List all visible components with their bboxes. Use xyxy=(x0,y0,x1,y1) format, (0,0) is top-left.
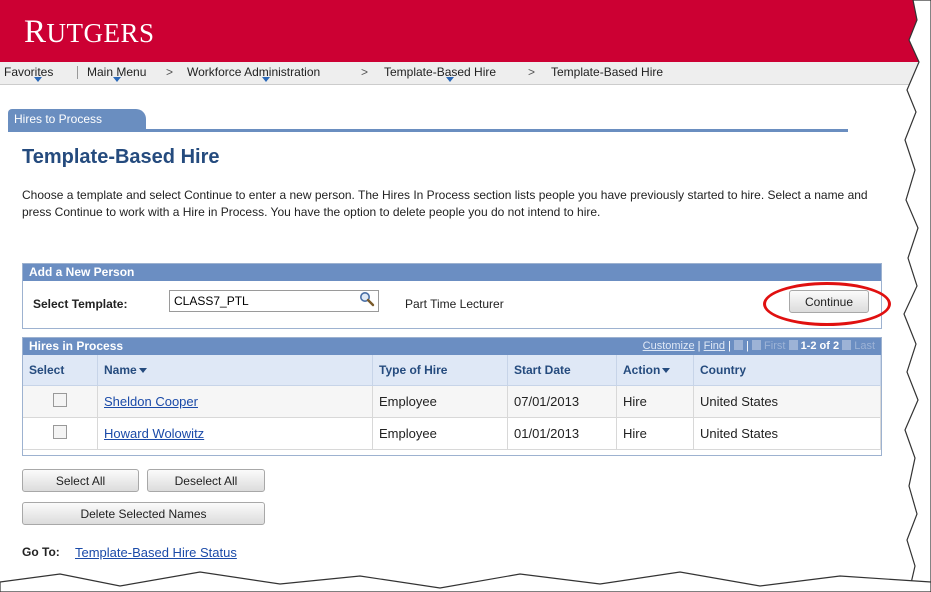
page-description: Choose a template and select Continue to… xyxy=(22,188,868,219)
col-start-date: Start Date xyxy=(507,355,617,386)
lookup-icon[interactable] xyxy=(359,291,375,310)
add-new-person-header: Add a New Person xyxy=(23,264,881,281)
favorites-dropdown-icon[interactable] xyxy=(34,77,42,82)
download-icon[interactable] xyxy=(751,340,761,350)
sort-down-icon[interactable] xyxy=(662,368,671,373)
col-action[interactable]: Action xyxy=(616,355,694,386)
find-link[interactable]: Find xyxy=(704,340,725,352)
nav-favorites[interactable]: Favorites xyxy=(4,65,53,79)
hires-in-process-header: Hires in Process Customize | Find | | Fi… xyxy=(23,338,881,355)
nav-workforce-administration[interactable]: Workforce Administration xyxy=(187,65,320,79)
type-of-hire-cell: Employee xyxy=(372,385,508,418)
row-count: 1-2 of 2 xyxy=(800,340,840,352)
country-cell: United States xyxy=(693,385,881,418)
add-new-person-panel: Add a New Person Select Template: Part T… xyxy=(22,263,882,329)
col-name[interactable]: Name xyxy=(97,355,373,386)
rutgers-logo: RUTGERS xyxy=(24,14,155,50)
delete-selected-names-button[interactable]: Delete Selected Names xyxy=(22,502,265,525)
customize-link[interactable]: Customize xyxy=(643,340,695,352)
last-link[interactable]: Last xyxy=(854,340,875,352)
row-select-checkbox[interactable] xyxy=(53,393,67,407)
prev-arrow-icon[interactable] xyxy=(788,340,798,350)
nav-divider xyxy=(77,66,78,79)
hires-in-process-grid: Hires in Process Customize | Find | | Fi… xyxy=(22,337,882,456)
breadcrumb-separator: > xyxy=(166,65,174,79)
sort-down-icon[interactable] xyxy=(138,368,147,373)
highlight-ring xyxy=(763,282,891,326)
hire-name-link[interactable]: Sheldon Cooper xyxy=(104,394,198,409)
start-date-cell: 07/01/2013 xyxy=(507,385,617,418)
hire-name-link[interactable]: Howard Wolowitz xyxy=(104,426,204,441)
col-type-of-hire: Type of Hire xyxy=(372,355,508,386)
grid-title: Hires in Process xyxy=(29,339,124,353)
header-bar: RUTGERS xyxy=(0,0,931,62)
hires-table: Select Name Type of Hire Start Date Acti… xyxy=(23,355,881,450)
nav-template-based-hire-menu[interactable]: Template-Based Hire xyxy=(384,65,496,79)
workforce-dropdown-icon[interactable] xyxy=(262,77,270,82)
tab-underline xyxy=(8,129,848,132)
breadcrumb-separator: > xyxy=(528,65,536,79)
table-row: Sheldon Cooper Employee 07/01/2013 Hire … xyxy=(23,385,881,418)
first-link[interactable]: First xyxy=(764,340,785,352)
breadcrumb: Favorites Main Menu > Workforce Administ… xyxy=(0,62,931,85)
select-template-label: Select Template: xyxy=(33,297,128,311)
deselect-all-button[interactable]: Deselect All xyxy=(147,469,265,492)
torn-bottom-decoration xyxy=(0,571,931,592)
page-title: Template-Based Hire xyxy=(22,146,220,168)
breadcrumb-separator: > xyxy=(361,65,369,79)
action-cell: Hire xyxy=(616,417,694,450)
tab-hires-to-process[interactable]: Hires to Process xyxy=(8,109,146,129)
row-select-checkbox[interactable] xyxy=(53,425,67,439)
col-select: Select xyxy=(23,355,98,386)
col-country: Country xyxy=(693,355,881,386)
table-row: Howard Wolowitz Employee 01/01/2013 Hire… xyxy=(23,417,881,450)
torn-edge-decoration xyxy=(903,0,931,592)
nav-template-based-hire-current[interactable]: Template-Based Hire xyxy=(551,65,663,79)
type-of-hire-cell: Employee xyxy=(372,417,508,450)
grid-navigation: Customize | Find | | First 1-2 of 2 Last xyxy=(642,340,875,352)
template-description: Part Time Lecturer xyxy=(405,297,504,311)
start-date-cell: 01/01/2013 xyxy=(507,417,617,450)
next-arrow-icon[interactable] xyxy=(842,340,852,350)
action-cell: Hire xyxy=(616,385,694,418)
main-menu-dropdown-icon[interactable] xyxy=(113,77,121,82)
country-cell: United States xyxy=(693,417,881,450)
select-template-input[interactable] xyxy=(169,290,379,312)
select-all-button[interactable]: Select All xyxy=(22,469,139,492)
view-all-icon[interactable] xyxy=(734,340,743,350)
template-hire-dropdown-icon[interactable] xyxy=(446,77,454,82)
